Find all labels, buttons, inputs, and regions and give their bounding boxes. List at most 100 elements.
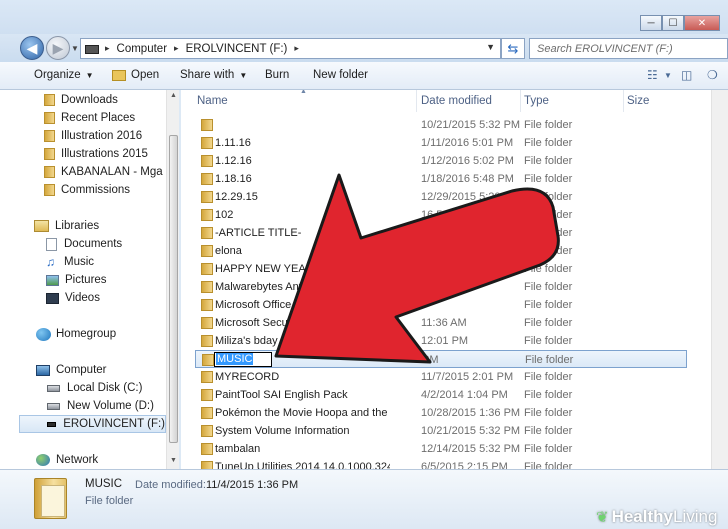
nav-item-music[interactable]: ♫ Music: [46, 253, 94, 271]
folder-icon: [44, 184, 55, 196]
nav-item-local-disk-c[interactable]: Local Disk (C:): [47, 379, 142, 397]
file-row[interactable]: 102 16 5:57 PM File folder: [195, 206, 687, 224]
file-row[interactable]: Miliza's bday 2015 12:01 PM File folder: [195, 332, 687, 350]
folder-icon: [201, 209, 213, 221]
breadcrumb-computer[interactable]: Computer: [117, 43, 168, 55]
file-name: 102: [215, 209, 234, 221]
file-date: 10/28/2015 1:36 PM: [421, 407, 521, 419]
forward-button[interactable]: ▶: [46, 36, 70, 60]
file-row[interactable]: Malwarebytes Anti-Malware File folder: [195, 278, 687, 296]
nav-item-kabanalan[interactable]: KABANALAN - Mga Fil: [44, 163, 178, 181]
nav-item-pictures[interactable]: Pictures: [46, 271, 107, 289]
details-type: File folder: [85, 495, 134, 507]
details-date-label: Date modified:: [135, 479, 206, 491]
scroll-thumb[interactable]: [169, 135, 178, 443]
folder-icon: [201, 173, 213, 185]
rename-field[interactable]: MUSIC: [214, 352, 272, 367]
folder-icon: [44, 94, 55, 106]
nav-item-new-volume-d[interactable]: New Volume (D:): [47, 397, 154, 415]
nav-item-illustrations-2015[interactable]: Illustrations 2015: [44, 145, 148, 163]
share-with-label: Share with: [180, 69, 235, 81]
close-button[interactable]: ✕: [684, 15, 720, 31]
file-row[interactable]: MUSIC PM File folder: [195, 350, 687, 368]
nav-item-network[interactable]: Network: [36, 451, 98, 469]
view-options-icon[interactable]: ☷: [647, 68, 658, 82]
refresh-button[interactable]: ⇆: [501, 38, 525, 59]
file-date: 10/21/2015 5:32 PM: [421, 119, 521, 131]
nav-item-recent-places[interactable]: Recent Places: [44, 109, 135, 127]
watermark-logo: ❦ Healthy Living: [596, 505, 717, 529]
preview-pane-icon[interactable]: ◫: [681, 68, 692, 82]
chevron-right-icon[interactable]: ▸: [294, 43, 299, 54]
file-row[interactable]: System Volume Information 10/21/2015 5:32…: [195, 422, 687, 440]
organize-menu[interactable]: Organize ▼: [34, 69, 94, 81]
file-row[interactable]: Microsoft Security Es 11:36 AM File folder: [195, 314, 687, 332]
folder-icon: [202, 354, 214, 366]
file-type: File folder: [524, 137, 573, 149]
chevron-right-icon[interactable]: ▸: [105, 43, 110, 54]
file-name: Microsoft Security Es: [215, 317, 319, 329]
column-header-type[interactable]: Type: [521, 90, 624, 112]
file-name: System Volume Information: [215, 425, 350, 437]
nav-item-illustration-2016[interactable]: Illustration 2016: [44, 127, 142, 145]
search-box[interactable]: [529, 38, 728, 59]
file-row[interactable]: -ARTICLE TITLE- 16 5:41 PM File folder: [195, 224, 687, 242]
search-input[interactable]: [537, 42, 717, 55]
scroll-down-icon[interactable]: ▼: [170, 457, 177, 464]
nav-item-videos[interactable]: Videos: [46, 289, 100, 307]
file-row[interactable]: MYRECORD 11/7/2015 2:01 PM File folder: [195, 368, 687, 386]
file-name: Pokémon the Movie Hoopa and the Clas...: [215, 407, 390, 419]
drive-icon: [85, 45, 99, 54]
nav-item-homegroup[interactable]: Homegroup: [36, 325, 116, 343]
network-icon: [36, 454, 50, 466]
file-name: TuneUp Utilities 2014 14.0.1000.324 Fina…: [215, 461, 390, 469]
rename-text: MUSIC: [216, 353, 254, 365]
file-date: 16 5:57 PM: [421, 209, 478, 221]
nav-item-documents[interactable]: Documents: [46, 235, 122, 253]
nav-item-downloads[interactable]: Downloads: [44, 91, 118, 109]
nav-label: Computer: [56, 364, 107, 376]
nav-scrollbar[interactable]: ▲ ▼: [166, 90, 179, 469]
file-row[interactable]: 10/21/2015 5:32 PM File folder: [195, 116, 687, 134]
column-header-date[interactable]: Date modified: [417, 90, 521, 112]
recent-pages-dropdown[interactable]: ▼: [71, 44, 79, 53]
share-with-menu[interactable]: Share with ▼: [180, 69, 247, 81]
nav-item-commissions[interactable]: Commissions: [44, 181, 130, 199]
burn-button[interactable]: Burn: [265, 69, 289, 81]
file-row[interactable]: TuneUp Utilities 2014 14.0.1000.324 Fina…: [195, 458, 687, 469]
chevron-right-icon[interactable]: ▸: [174, 43, 179, 54]
maximize-button[interactable]: ☐: [662, 15, 684, 31]
file-row[interactable]: 1.18.16 1/18/2016 5:48 PM File folder: [195, 170, 687, 188]
folder-icon: [201, 281, 213, 293]
file-row[interactable]: PaintTool SAI English Pack 4/2/2014 1:04 …: [195, 386, 687, 404]
file-date: 16 5:41 PM: [421, 227, 478, 239]
scroll-up-icon[interactable]: ▲: [170, 92, 177, 99]
file-date: 1/18/2016 5:48 PM: [421, 173, 514, 185]
file-list-scrollbar[interactable]: [711, 90, 728, 469]
nav-item-erolvincent-f[interactable]: EROLVINCENT (F:): [19, 415, 166, 433]
file-row[interactable]: 1.12.16 1/12/2016 5:02 PM File folder: [195, 152, 687, 170]
breadcrumb-drive[interactable]: EROLVINCENT (F:): [186, 43, 288, 55]
file-row[interactable]: elona 2016 12:02 PM File folder: [195, 242, 687, 260]
column-header-name[interactable]: ▲ Name: [181, 90, 417, 112]
nav-item-computer[interactable]: Computer: [36, 361, 107, 379]
chevron-down-icon[interactable]: ▼: [664, 71, 672, 80]
address-dropdown-icon[interactable]: ▼: [486, 42, 495, 52]
minimize-button[interactable]: ─: [640, 15, 662, 31]
file-row[interactable]: 12.29.15 12/29/2015 5:20 PM File folder: [195, 188, 687, 206]
file-row[interactable]: HAPPY NEW YEARS MARATHON File folder: [195, 260, 687, 278]
nav-label: Videos: [65, 292, 100, 304]
file-row[interactable]: 1.11.16 1/11/2016 5:01 PM File folder: [195, 134, 687, 152]
column-header-size[interactable]: Size: [624, 90, 714, 112]
help-icon[interactable]: ❍: [707, 68, 718, 82]
file-row[interactable]: Microsoft Office ProPlus File folder: [195, 296, 687, 314]
open-button[interactable]: Open: [112, 69, 159, 81]
nav-item-libraries[interactable]: Libraries: [34, 217, 99, 235]
file-name: 1.12.16: [215, 155, 252, 167]
file-name: HAPPY NEW YEARS MARATHON: [215, 263, 387, 275]
back-button[interactable]: ◀: [20, 36, 44, 60]
file-row[interactable]: tambalan 12/14/2015 5:32 PM File folder: [195, 440, 687, 458]
address-bar[interactable]: ▸ Computer ▸ EROLVINCENT (F:) ▸ ▼: [80, 38, 501, 59]
file-row[interactable]: Pokémon the Movie Hoopa and the Clas... 1…: [195, 404, 687, 422]
new-folder-button[interactable]: New folder: [313, 69, 368, 81]
